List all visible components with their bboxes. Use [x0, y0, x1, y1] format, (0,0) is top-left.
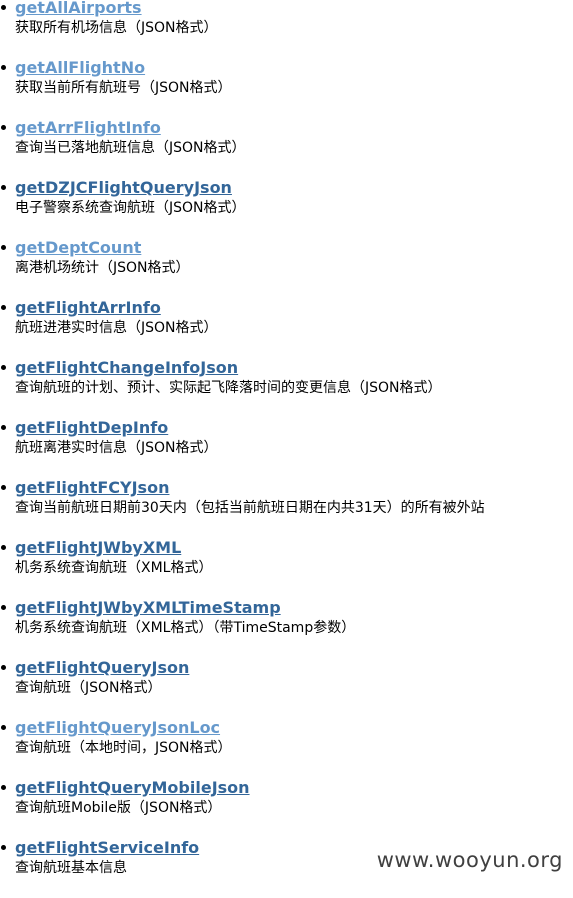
operation-description: 机务系统查询航班（XML格式） [15, 560, 213, 576]
bullet-icon [1, 305, 6, 310]
bullet-icon [1, 485, 6, 490]
operation-link-getFlightArrInfo[interactable]: getFlightArrInfo [15, 298, 573, 318]
bullet-icon [1, 545, 6, 550]
operation-link-getFlightChangeInfoJson[interactable]: getFlightChangeInfoJson [15, 358, 573, 378]
bullet-icon [1, 845, 6, 850]
operation-link-getAllFlightNo[interactable]: getAllFlightNo [15, 58, 573, 78]
operation-description: 查询航班（JSON格式） [15, 680, 162, 696]
list-item: getDZJCFlightQueryJson 电子警察系统查询航班（JSON格式… [0, 178, 573, 238]
list-item: getFlightArrInfo 航班进港实时信息（JSON格式） [0, 298, 573, 358]
bullet-icon [1, 365, 6, 370]
operation-link-getFlightJWbyXML[interactable]: getFlightJWbyXML [15, 538, 573, 558]
operation-description: 电子警察系统查询航班（JSON格式） [15, 200, 246, 216]
operation-description: 航班进港实时信息（JSON格式） [15, 320, 218, 336]
operation-list: getAllAirports 获取所有机场信息（JSON格式） getAllFl… [0, 0, 573, 898]
operation-description: 查询当前航班日期前30天内（包括当前航班日期在内共31天）的所有被外站 [15, 500, 485, 516]
operation-link-getFlightDepInfo[interactable]: getFlightDepInfo [15, 418, 573, 438]
bullet-icon [1, 725, 6, 730]
list-item: getAllFlightNo 获取当前所有航班号（JSON格式） [0, 58, 573, 118]
list-item: getFlightFCYJson 查询当前航班日期前30天内（包括当前航班日期在… [0, 478, 573, 538]
operation-description: 查询当已落地航班信息（JSON格式） [15, 140, 246, 156]
operation-link-getArrFlightInfo[interactable]: getArrFlightInfo [15, 118, 573, 138]
operation-description: 机务系统查询航班（XML格式）（带TimeStamp参数） [15, 620, 356, 636]
bullet-icon [1, 185, 6, 190]
operation-link-getFlightJWbyXMLTimeStamp[interactable]: getFlightJWbyXMLTimeStamp [15, 598, 573, 618]
bullet-icon [1, 665, 6, 670]
list-item: getFlightQueryJsonLoc 查询航班（本地时间，JSON格式） [0, 718, 573, 778]
list-item: getAllAirports 获取所有机场信息（JSON格式） [0, 0, 573, 58]
operation-link-getFlightQueryMobileJson[interactable]: getFlightQueryMobileJson [15, 778, 573, 798]
operation-description: 查询航班的计划、预计、实际起飞降落时间的变更信息（JSON格式） [15, 380, 442, 396]
bullet-icon [1, 5, 6, 10]
operation-description: 查询航班Mobile版（JSON格式） [15, 800, 222, 816]
operation-description: 离港机场统计（JSON格式） [15, 260, 190, 276]
bullet-icon [1, 785, 6, 790]
operation-link-getFlightFCYJson[interactable]: getFlightFCYJson [15, 478, 573, 498]
list-item: getFlightJWbyXMLTimeStamp 机务系统查询航班（XML格式… [0, 598, 573, 658]
operation-description: 航班离港实时信息（JSON格式） [15, 440, 218, 456]
list-item: getArrFlightInfo 查询当已落地航班信息（JSON格式） [0, 118, 573, 178]
watermark: www.wooyun.org [376, 848, 563, 872]
operation-description: 获取所有机场信息（JSON格式） [15, 20, 218, 36]
operation-description: 获取当前所有航班号（JSON格式） [15, 80, 232, 96]
operation-link-getFlightQueryJson[interactable]: getFlightQueryJson [15, 658, 573, 678]
operation-link-getDZJCFlightQueryJson[interactable]: getDZJCFlightQueryJson [15, 178, 573, 198]
bullet-icon [1, 425, 6, 430]
operation-description: 查询航班（本地时间，JSON格式） [15, 740, 232, 756]
operation-link-getFlightQueryJsonLoc[interactable]: getFlightQueryJsonLoc [15, 718, 573, 738]
list-item: getFlightQueryJson 查询航班（JSON格式） [0, 658, 573, 718]
list-item: getFlightDepInfo 航班离港实时信息（JSON格式） [0, 418, 573, 478]
operation-link-getAllAirports[interactable]: getAllAirports [15, 0, 573, 18]
list-item: getFlightChangeInfoJson 查询航班的计划、预计、实际起飞降… [0, 358, 573, 418]
operation-link-getDeptCount[interactable]: getDeptCount [15, 238, 573, 258]
bullet-icon [1, 65, 6, 70]
bullet-icon [1, 605, 6, 610]
list-item: getFlightJWbyXML 机务系统查询航班（XML格式） [0, 538, 573, 598]
list-item: getDeptCount 离港机场统计（JSON格式） [0, 238, 573, 298]
bullet-icon [1, 125, 6, 130]
bullet-icon [1, 245, 6, 250]
list-item: getFlightQueryMobileJson 查询航班Mobile版（JSO… [0, 778, 573, 838]
